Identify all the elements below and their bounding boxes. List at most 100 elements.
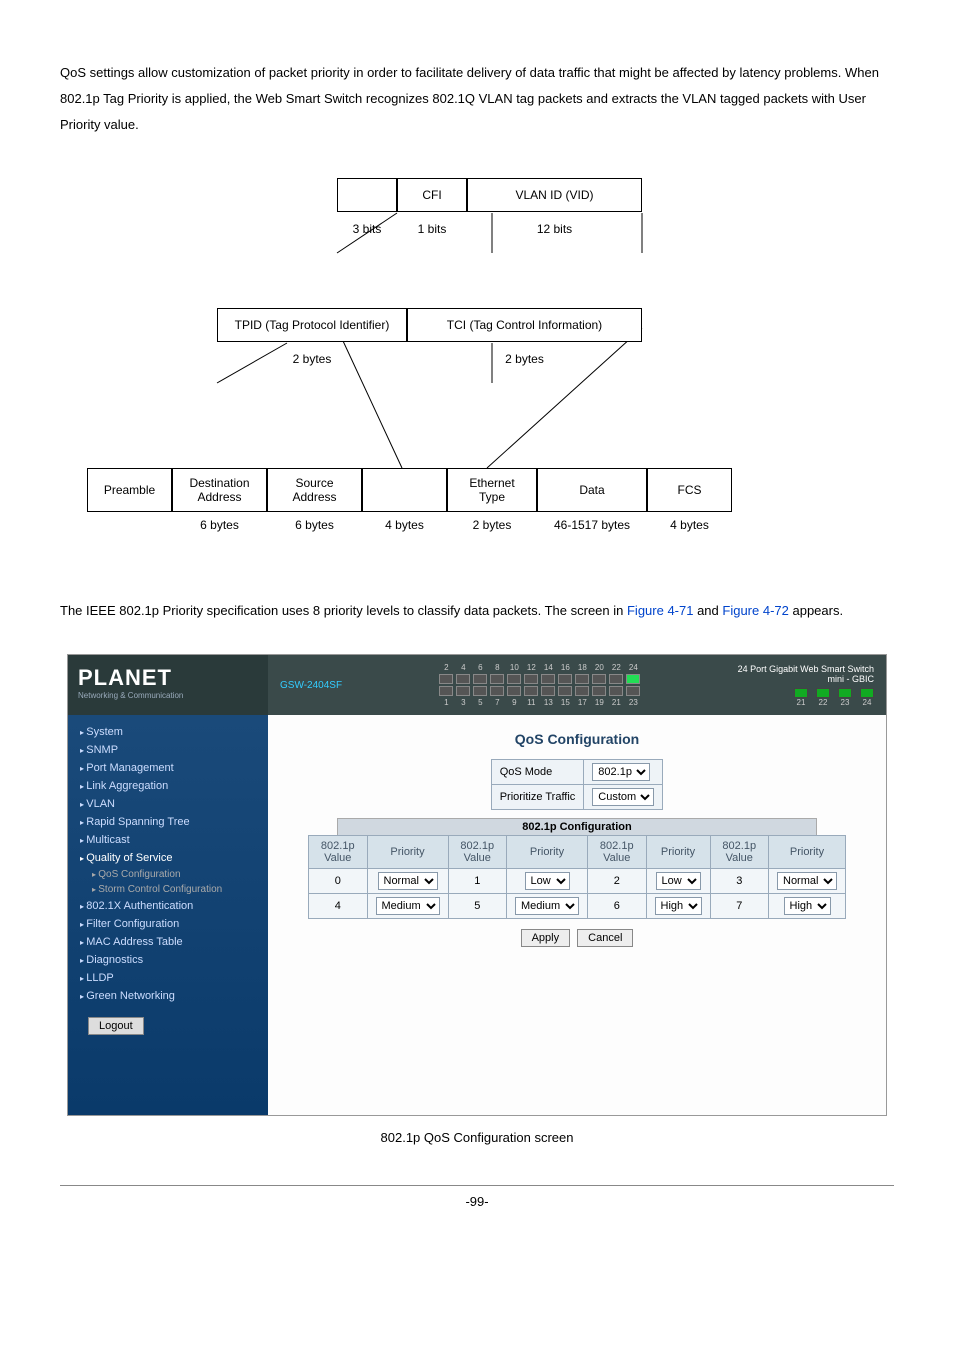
port-icon (456, 674, 470, 684)
port-icon (439, 674, 453, 684)
port-icon (575, 686, 589, 696)
port-icon (592, 674, 606, 684)
preamble-box: Preamble (87, 468, 172, 512)
screenshot-caption: 802.1p QoS Configuration screen (60, 1130, 894, 1145)
port-num-top: 20 (595, 663, 604, 672)
bytes-2b-label: 2 bytes (407, 352, 642, 366)
port-icon (456, 686, 470, 696)
gbic-led-label: 21 (794, 698, 808, 707)
nav-item[interactable]: SNMP (68, 741, 268, 759)
nav-item[interactable]: Quality of Service (68, 849, 268, 867)
port-num-bot: 13 (544, 698, 553, 707)
nav-item[interactable]: VLAN (68, 795, 268, 813)
gbic-led-icon (794, 688, 808, 698)
eth-type-box: Ethernet Type (447, 468, 537, 512)
ptable-value: 2 (588, 869, 647, 894)
port-icon (524, 686, 538, 696)
nav-item[interactable]: Rapid Spanning Tree (68, 813, 268, 831)
figure-4-71-link[interactable]: Figure 4-71 (627, 603, 693, 618)
nav-item[interactable]: Link Aggregation (68, 777, 268, 795)
port-num-top: 10 (510, 663, 519, 672)
port-num-top: 2 (444, 663, 448, 672)
nav-item[interactable]: 802.1X Authentication (68, 897, 268, 915)
ptable-header: Priority (769, 836, 846, 869)
port-num-top: 18 (578, 663, 587, 672)
ctrl-select[interactable]: 802.1p (592, 763, 650, 781)
logout-button[interactable]: Logout (88, 1017, 144, 1035)
brand-logo: PLANET Networking & Communication (68, 655, 268, 715)
priority-table: 802.1p ValuePriority802.1p ValuePriority… (308, 835, 846, 919)
ptable-value: 4 (309, 894, 368, 919)
nav-item[interactable]: Multicast (68, 831, 268, 849)
port-icon (541, 674, 555, 684)
port-num-bot: 19 (595, 698, 604, 707)
priority-select[interactable]: Medium (376, 897, 440, 915)
port-icon (490, 674, 504, 684)
priority-select[interactable]: Low (525, 872, 570, 890)
cfi-box: CFI (397, 178, 467, 212)
port-icon (575, 674, 589, 684)
figure-ref-paragraph: The IEEE 802.1p Priority specification u… (60, 598, 894, 624)
ptable-value: 7 (710, 894, 769, 919)
port-num-top: 4 (461, 663, 465, 672)
nav-item[interactable]: Green Networking (68, 987, 268, 1005)
bytes-data-label: 46-1517 bytes (537, 518, 647, 532)
port-icon (541, 686, 555, 696)
priority-table-title: 802.1p Configuration (337, 818, 817, 835)
port-num-top: 14 (544, 663, 553, 672)
port-num-bot: 9 (512, 698, 516, 707)
tag-blank-box (362, 468, 447, 512)
port-icon (473, 686, 487, 696)
nav-item[interactable]: Port Management (68, 759, 268, 777)
port-icon (609, 686, 623, 696)
page-title: QoS Configuration (308, 731, 846, 747)
ptable-header: Priority (367, 836, 448, 869)
vlan-id-box: VLAN ID (VID) (467, 178, 642, 212)
priority-select[interactable]: High (655, 897, 702, 915)
product-title: 24 Port Gigabit Web Smart Switch (738, 664, 874, 674)
ptable-header: Priority (646, 836, 710, 869)
port-num-bot: 5 (478, 698, 482, 707)
priority-select[interactable]: Low (656, 872, 701, 890)
nav-item[interactable]: QoS Configuration (68, 867, 268, 882)
bytes2c-label: 2 bytes (447, 518, 537, 532)
src-addr-box: Source Address (267, 468, 362, 512)
ctrl-select[interactable]: Custom (592, 788, 654, 806)
priority-select[interactable]: High (784, 897, 831, 915)
qos-mode-table: QoS Mode802.1pPrioritize TrafficCustom (491, 759, 664, 810)
apply-button[interactable]: Apply (521, 929, 571, 947)
cancel-button[interactable]: Cancel (577, 929, 633, 947)
port-icon (490, 686, 504, 696)
bytes4b-label: 4 bytes (647, 518, 732, 532)
ptable-header: 802.1p Value (588, 836, 647, 869)
gbic-led-label: 22 (816, 698, 830, 707)
para2-mid: and (693, 603, 722, 618)
port-num-bot: 3 (461, 698, 465, 707)
nav-item[interactable]: Diagnostics (68, 951, 268, 969)
ptable-header: 802.1p Value (309, 836, 368, 869)
blank-priority-box (337, 178, 397, 212)
brand-text: PLANET (78, 665, 258, 691)
bytes6b-label: 6 bytes (267, 518, 362, 532)
nav-item[interactable]: Filter Configuration (68, 915, 268, 933)
bits-12-label: 12 bits (467, 222, 642, 236)
gbic-led-label: 24 (860, 698, 874, 707)
nav-item[interactable]: MAC Address Table (68, 933, 268, 951)
port-num-bot: 21 (612, 698, 621, 707)
nav-item[interactable]: System (68, 723, 268, 741)
nav-item[interactable]: LLDP (68, 969, 268, 987)
port-num-bot: 11 (527, 698, 535, 707)
ctrl-label: QoS Mode (491, 760, 584, 785)
priority-select[interactable]: Normal (378, 872, 438, 890)
dest-addr-box: Destination Address (172, 468, 267, 512)
ptable-header: 802.1p Value (448, 836, 507, 869)
priority-select[interactable]: Normal (777, 872, 837, 890)
bytes4a-label: 4 bytes (362, 518, 447, 532)
bytes6a-label: 6 bytes (172, 518, 267, 532)
figure-4-72-link[interactable]: Figure 4-72 (722, 603, 788, 618)
nav-item[interactable]: Storm Control Configuration (68, 882, 268, 897)
vlan-tag-diagram: CFI VLAN ID (VID) 3 bits 1 bits 12 bits … (87, 178, 867, 558)
port-num-top: 22 (612, 663, 621, 672)
priority-select[interactable]: Medium (515, 897, 579, 915)
port-num-top: 6 (478, 663, 482, 672)
